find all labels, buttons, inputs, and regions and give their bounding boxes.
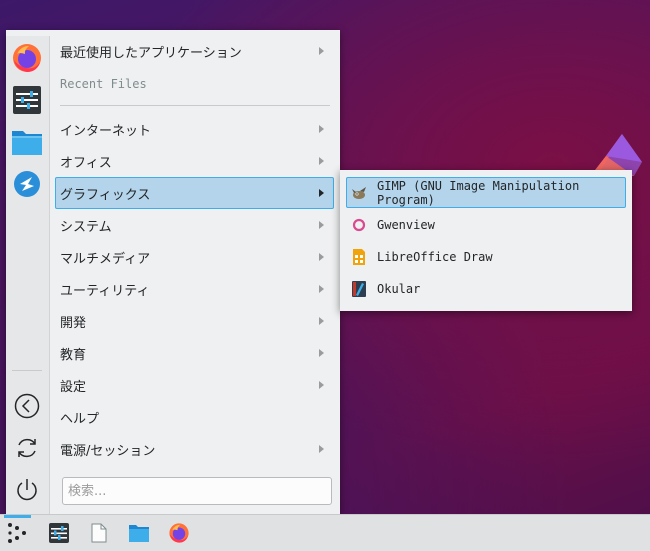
menu-item-label: インターネット [60,123,152,139]
application-launcher-icon[interactable] [4,519,32,547]
menu-item-label: グラフィックス [60,187,151,203]
firefox-icon[interactable] [11,42,43,74]
chevron-right-icon [319,125,324,133]
chevron-right-icon [319,157,324,165]
menu-item-education[interactable]: 教育 [55,338,334,368]
menu-item-label: ユーティリティ [60,283,150,299]
chevron-right-icon [319,349,324,357]
chevron-right-icon [319,381,324,389]
menu-item-label: オフィス [60,155,112,171]
menu-item-internet[interactable]: インターネット [55,114,334,144]
restart-icon[interactable] [11,432,43,464]
menu-item-multimedia[interactable]: マルチメディア [55,242,334,272]
system-settings-icon[interactable] [11,84,43,116]
chevron-right-icon [319,317,324,325]
favorites-panel [6,36,50,514]
menu-item-label: 教育 [60,347,87,363]
chevron-right-icon [319,47,324,55]
search-input[interactable] [62,477,332,505]
menu-item-label: マルチメディア [60,251,151,267]
application-menu: 最近使用したアプリケーション Recent Files インターネット オフィス… [6,30,340,514]
submenu-item-label: GIMP (GNU Image Manipulation Program) [377,178,580,207]
menu-item-graphics[interactable]: グラフィックス [55,177,334,209]
menu-item-system[interactable]: システム [55,210,334,240]
menu-item-power-session[interactable]: 電源/セッション [55,434,334,464]
file-manager-icon[interactable] [125,519,153,547]
graphics-submenu: GIMP (GNU Image Manipulation Program) Gw… [340,170,632,311]
menu-item-label: 最近使用したアプリケーション [60,45,242,61]
submenu-item-label: Gwenview [377,217,435,232]
firefox-icon[interactable] [165,519,193,547]
submenu-item-gwenview[interactable]: Gwenview [346,209,626,240]
menu-item-recent-files[interactable]: Recent Files [55,69,334,99]
active-indicator [4,515,31,518]
menu-item-help[interactable]: ヘルプ [55,402,334,432]
chevron-right-icon [319,285,324,293]
submenu-item-okular[interactable]: Okular [346,273,626,304]
gwenview-icon [351,217,367,233]
shutdown-icon[interactable] [11,474,43,506]
menu-item-label: Recent Files [60,77,147,91]
menu-item-label: 設定 [60,379,87,395]
menu-item-recent-applications[interactable]: 最近使用したアプリケーション [55,36,334,66]
system-settings-icon[interactable] [45,519,73,547]
favorites-separator [12,370,42,371]
chevron-right-icon [319,221,324,229]
file-manager-icon[interactable] [11,126,43,158]
menu-item-label: 開発 [60,315,87,331]
taskbar [0,514,650,551]
menu-item-development[interactable]: 開発 [55,306,334,336]
document-icon[interactable] [85,519,113,547]
chevron-right-icon [319,253,324,261]
chevron-right-icon [319,445,324,453]
chevron-right-icon [319,189,324,197]
menu-item-label: 電源/セッション [60,443,156,459]
menu-item-office[interactable]: オフィス [55,146,334,176]
menu-item-label: システム [60,219,112,235]
submenu-item-label: LibreOffice Draw [377,249,493,264]
gimp-icon [351,185,367,201]
submenu-item-label: Okular [377,281,421,296]
discover-icon[interactable] [11,168,43,200]
logout-icon[interactable] [11,390,43,422]
menu-separator [60,105,330,106]
menu-item-label: ヘルプ [60,411,100,427]
submenu-item-libreoffice-draw[interactable]: LibreOffice Draw [346,241,626,272]
menu-item-settings[interactable]: 設定 [55,370,334,400]
libreoffice-draw-icon [351,248,367,265]
menu-item-utilities[interactable]: ユーティリティ [55,274,334,304]
submenu-item-gimp[interactable]: GIMP (GNU Image Manipulation Program) [346,177,626,208]
okular-icon [351,280,367,297]
